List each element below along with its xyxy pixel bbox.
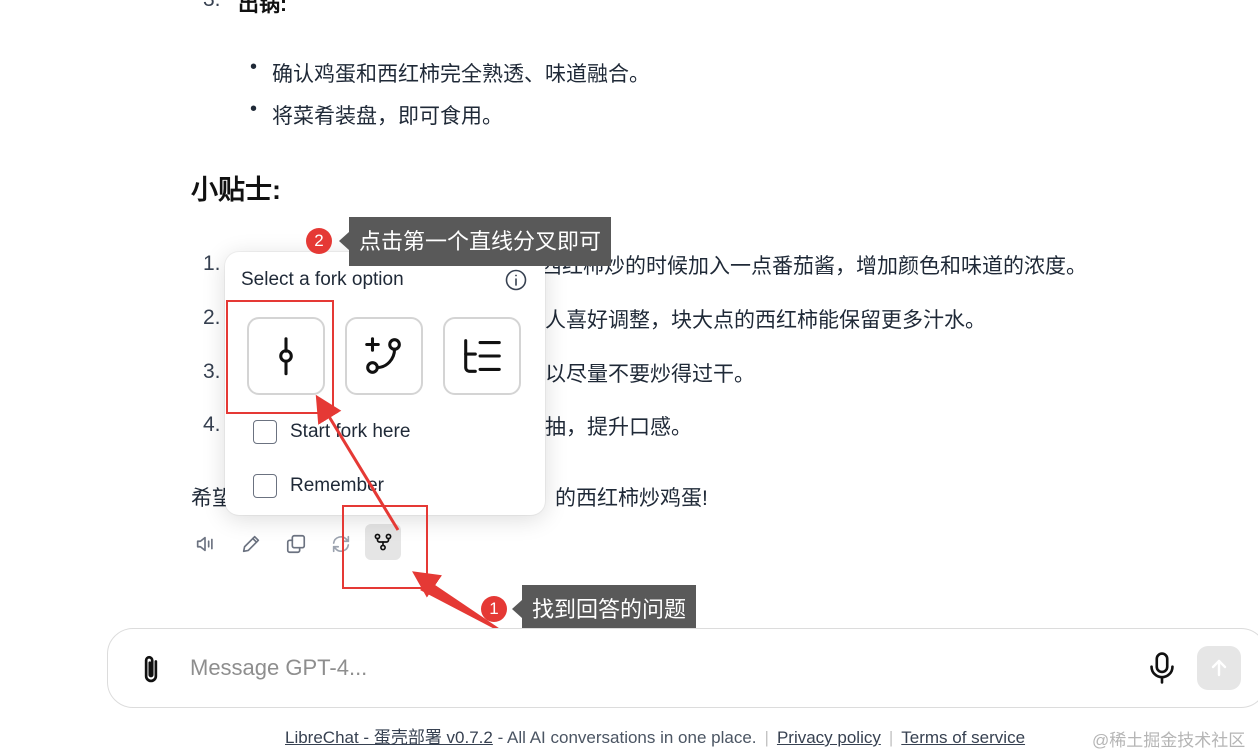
step-badge: 1 xyxy=(481,596,507,622)
paperclip-icon[interactable] xyxy=(136,653,166,687)
privacy-policy-link[interactable]: Privacy policy xyxy=(777,728,881,747)
annotation-callout: 点击第一个直线分叉即可 xyxy=(349,217,612,266)
send-button[interactable] xyxy=(1197,646,1241,690)
annotation-callout: 找到回答的问题 xyxy=(522,585,697,634)
step-badge: 2 xyxy=(306,228,332,254)
message-composer xyxy=(107,628,1258,708)
footer-tagline: - All AI conversations in one place. xyxy=(492,728,757,747)
footer: LibreChat - 蛋壳部署 v0.7.2 - All AI convers… xyxy=(285,723,1025,748)
arrow-to-option xyxy=(315,394,400,531)
arrow-up-icon xyxy=(1211,659,1227,677)
footer-divider: | xyxy=(888,728,894,747)
watermark: @稀土掘金技术社区 xyxy=(1092,731,1246,750)
librechat-link[interactable]: LibreChat - 蛋壳部署 v0.7.2 xyxy=(285,728,493,747)
callout-pointer xyxy=(512,600,522,618)
callout-pointer xyxy=(339,232,349,250)
footer-divider: | xyxy=(764,728,769,747)
message-input[interactable] xyxy=(190,655,1090,681)
microphone-icon[interactable] xyxy=(1146,651,1178,685)
terms-of-service-link[interactable]: Terms of service xyxy=(901,728,1025,747)
